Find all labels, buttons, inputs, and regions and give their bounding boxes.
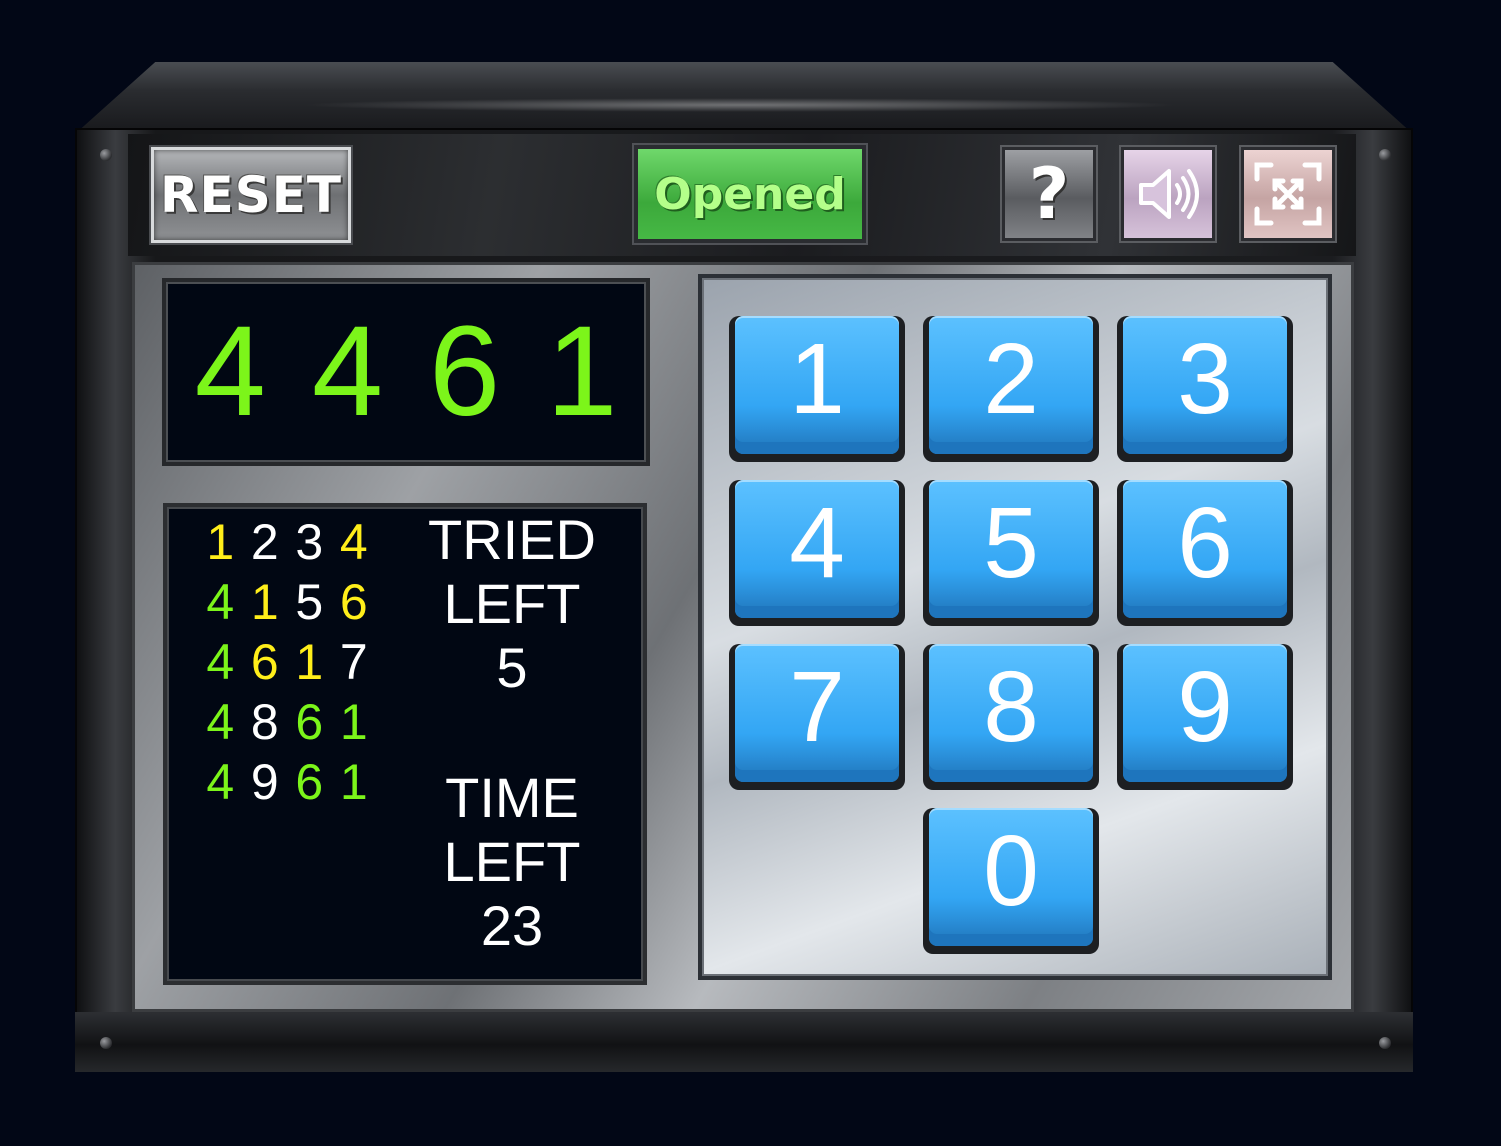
- tries-left-label-line2: LEFT: [443, 572, 581, 635]
- time-left-block: TIME LEFT 23: [400, 766, 624, 958]
- key-label: 1: [735, 316, 899, 454]
- time-left-label-line2: LEFT: [443, 830, 581, 893]
- code-display: 4 4 6 1: [162, 278, 650, 466]
- attempt-digit: 6: [295, 754, 324, 810]
- attempt-digit: 4: [339, 514, 368, 570]
- code-digit: 4: [311, 300, 383, 443]
- keypad-key-0[interactable]: 0: [923, 808, 1099, 954]
- key-label: 4: [735, 480, 899, 618]
- code-digit: 1: [546, 300, 618, 443]
- key-label: 5: [929, 480, 1093, 618]
- time-left-label-line1: TIME: [445, 766, 579, 829]
- attempt-digit: 1: [250, 574, 279, 630]
- keypad-key-3[interactable]: 3: [1117, 316, 1293, 462]
- status-indicator: Opened: [634, 145, 866, 243]
- attempt-digit: 5: [295, 574, 324, 630]
- fullscreen-button[interactable]: [1241, 147, 1335, 241]
- attempt-history: 12344156461748614961: [198, 512, 378, 812]
- rivet-top-right: [1379, 149, 1391, 161]
- key-label: 3: [1123, 316, 1287, 454]
- attempt-digit: 6: [295, 694, 324, 750]
- safe-bottom-rail: [75, 1012, 1413, 1072]
- attempt-digit: 4: [206, 634, 235, 690]
- attempt-digit: 7: [339, 634, 368, 690]
- attempt-digit: 8: [250, 694, 279, 750]
- attempt-digit: 1: [339, 754, 368, 810]
- game-stage: RESET Opened ? 4 4 6 1 1 2 3 4 4 1 5 6 4…: [0, 0, 1501, 1146]
- key-label: 6: [1123, 480, 1287, 618]
- keypad-key-8[interactable]: 8: [923, 644, 1099, 790]
- keypad-key-4[interactable]: 4: [729, 480, 905, 626]
- key-label: 9: [1123, 644, 1287, 782]
- attempt-digit: 1: [339, 694, 368, 750]
- attempt-digit: 3: [295, 514, 324, 570]
- attempt-row: 4961: [198, 752, 378, 812]
- key-label: 0: [929, 808, 1093, 946]
- rivet-top-left: [100, 149, 112, 161]
- keypad-key-9[interactable]: 9: [1117, 644, 1293, 790]
- attempt-digit: 4: [206, 754, 235, 810]
- key-label: 7: [735, 644, 899, 782]
- attempt-digit: 4: [206, 694, 235, 750]
- sound-button[interactable]: [1121, 147, 1215, 241]
- tries-left-label-line1: TRIED: [428, 508, 596, 571]
- speaker-icon: [1139, 169, 1199, 219]
- attempt-row: 4617: [198, 632, 378, 692]
- attempt-digit: 4: [206, 574, 235, 630]
- help-button[interactable]: ?: [1002, 147, 1096, 241]
- fullscreen-icon: [1254, 162, 1322, 226]
- attempt-row: 1234: [198, 512, 378, 572]
- key-label: 8: [929, 644, 1093, 782]
- keypad-key-5[interactable]: 5: [923, 480, 1099, 626]
- tries-left-value: 5: [496, 636, 528, 699]
- reset-button[interactable]: RESET: [151, 147, 351, 243]
- attempt-digit: 1: [295, 634, 324, 690]
- rivet-bottom-left: [100, 1037, 112, 1049]
- attempt-digit: 6: [250, 634, 279, 690]
- keypad-key-2[interactable]: 2: [923, 316, 1099, 462]
- time-left-value: 23: [480, 894, 544, 957]
- keypad-key-6[interactable]: 6: [1117, 480, 1293, 626]
- code-digit: 6: [429, 300, 501, 443]
- attempt-digit: 9: [250, 754, 279, 810]
- attempt-digit: 2: [250, 514, 279, 570]
- attempt-digit: 6: [339, 574, 368, 630]
- attempt-row: 4156: [198, 572, 378, 632]
- safe-top-shine: [300, 98, 1180, 112]
- tries-left-block: TRIED LEFT 5: [400, 508, 624, 700]
- attempt-digit: 1: [206, 514, 235, 570]
- keypad-key-1[interactable]: 1: [729, 316, 905, 462]
- status-label: Opened: [654, 168, 846, 220]
- rivet-bottom-right: [1379, 1037, 1391, 1049]
- keypad-key-7[interactable]: 7: [729, 644, 905, 790]
- attempt-row: 4861: [198, 692, 378, 752]
- code-digit: 4: [194, 300, 266, 443]
- reset-button-label: RESET: [160, 166, 342, 224]
- help-icon: ?: [1028, 153, 1070, 235]
- key-label: 2: [929, 316, 1093, 454]
